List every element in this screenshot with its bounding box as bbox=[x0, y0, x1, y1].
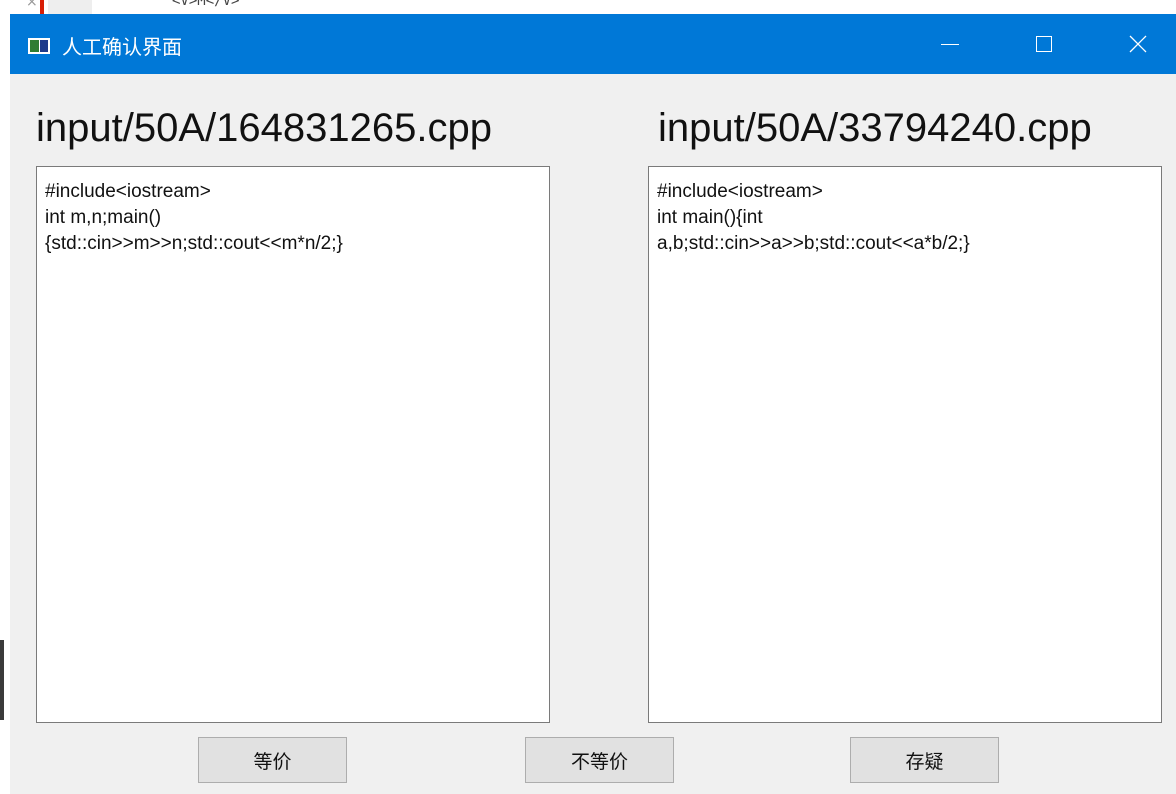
code-line: int main(){int bbox=[657, 207, 763, 228]
close-button[interactable] bbox=[1108, 14, 1168, 74]
minimize-icon bbox=[941, 43, 959, 45]
code-line: #include<iostream> bbox=[657, 181, 823, 202]
equivalent-button[interactable]: 等价 bbox=[198, 737, 347, 783]
app-window-icon bbox=[28, 38, 50, 54]
confirmation-window: 人工确认界面 input/50A/164831265.cpp input/50A… bbox=[10, 14, 1176, 794]
left-file-path: input/50A/164831265.cpp bbox=[36, 106, 492, 150]
close-icon bbox=[1129, 35, 1147, 53]
doubtful-button[interactable]: 存疑 bbox=[850, 737, 999, 783]
background-marker bbox=[40, 0, 44, 14]
code-line: {std::cin>>m>>n;std::cout<<m*n/2;} bbox=[45, 233, 343, 254]
minimize-button[interactable] bbox=[920, 14, 980, 74]
window-title: 人工确认界面 bbox=[62, 35, 182, 59]
not-equivalent-button[interactable]: 不等价 bbox=[525, 737, 674, 783]
code-line: int m,n;main() bbox=[45, 207, 162, 228]
left-code-textarea[interactable]: #include<iostream> int m,n;main() {std::… bbox=[36, 166, 550, 723]
code-line: #include<iostream> bbox=[45, 181, 211, 202]
background-panel bbox=[48, 0, 92, 14]
background-close-glyph: × bbox=[26, 0, 38, 10]
background-app-strip: × <V>M</V> bbox=[0, 0, 1176, 14]
code-line: a,b;std::cin>>a>>b;std::cout<<a*b/2;} bbox=[657, 233, 970, 254]
right-file-path: input/50A/33794240.cpp bbox=[658, 106, 1092, 150]
title-bar[interactable]: 人工确认界面 bbox=[10, 14, 1176, 74]
maximize-icon bbox=[1036, 36, 1052, 52]
background-edge bbox=[0, 640, 4, 720]
background-code-text: <V>M</V> bbox=[172, 0, 240, 9]
right-code-textarea[interactable]: #include<iostream> int main(){int a,b;st… bbox=[648, 166, 1162, 723]
maximize-button[interactable] bbox=[1014, 14, 1074, 74]
